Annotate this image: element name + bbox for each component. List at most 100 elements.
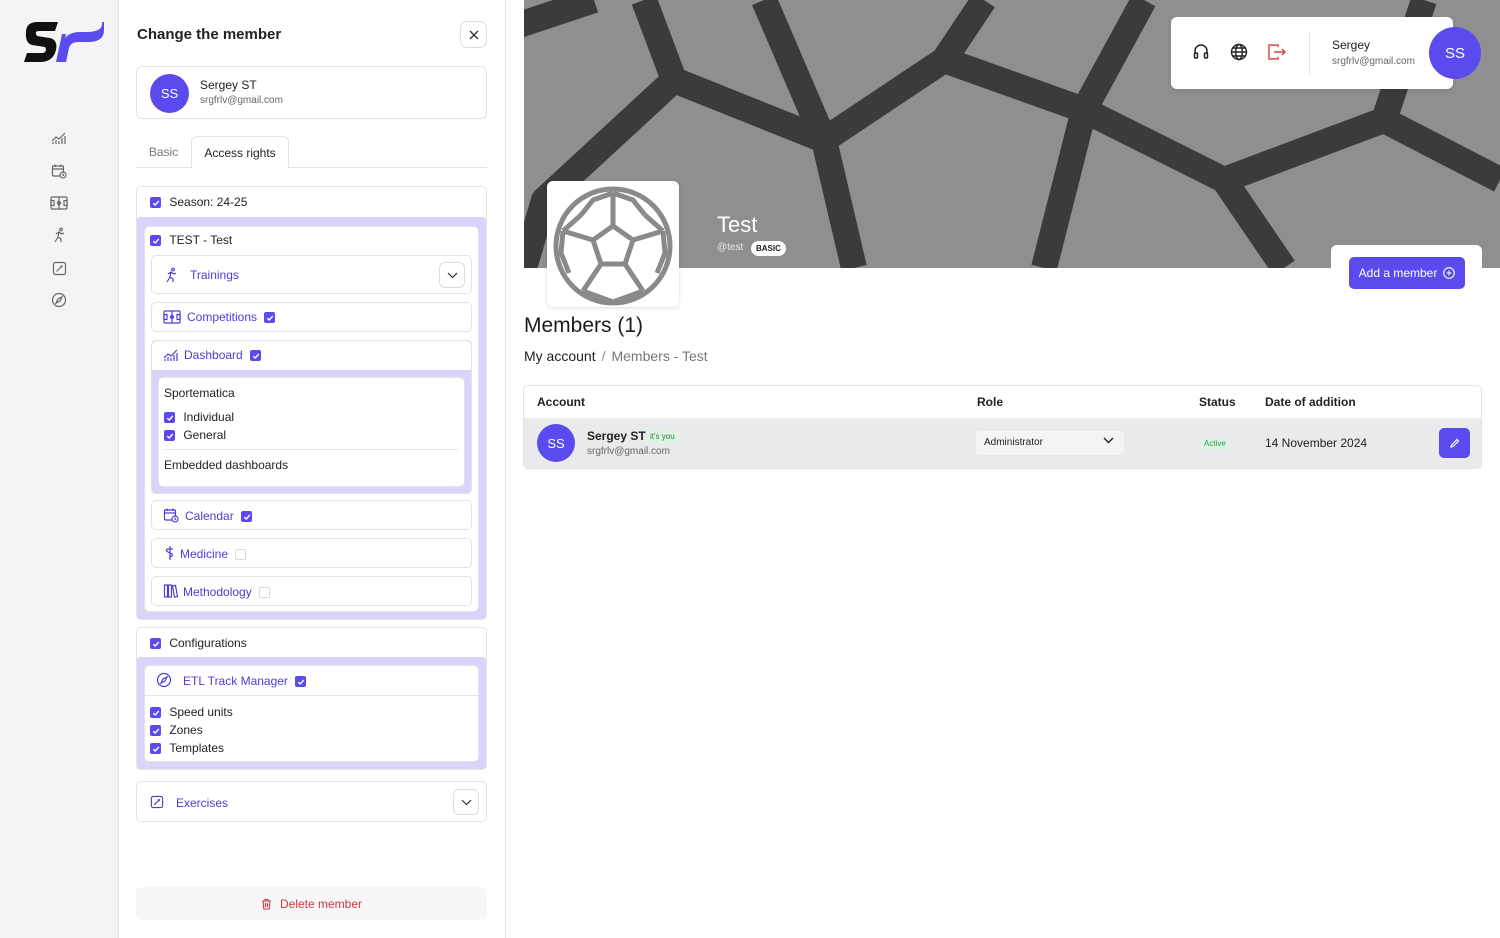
change-member-panel: Change the member SS Sergey ST srgfrlv@g… — [119, 0, 506, 938]
checkbox-checked[interactable] — [164, 412, 175, 424]
you-badge: it's you — [646, 430, 679, 444]
table-row[interactable]: SS Sergey ST it's you srgfrlv@gmail.com … — [524, 418, 1481, 468]
delete-member-button[interactable]: Delete member — [136, 887, 487, 920]
checkbox-checked[interactable] — [295, 676, 307, 688]
dashboard-item-label: General — [183, 428, 227, 442]
etl-item-speed-units[interactable]: Speed units — [150, 705, 233, 719]
checkbox-checked[interactable] — [264, 312, 276, 324]
chevron-down-icon — [1103, 437, 1114, 444]
checkbox-checked[interactable] — [150, 235, 161, 247]
user-email: srgfrlv@gmail.com — [1332, 56, 1415, 67]
checkbox-checked[interactable] — [150, 638, 161, 650]
member-name: Sergey ST — [587, 429, 646, 443]
delete-member-label: Delete member — [279, 896, 363, 911]
checkbox-checked[interactable] — [150, 743, 161, 755]
exercises-icon[interactable] — [49, 258, 69, 278]
column-header: Status — [1199, 395, 1236, 409]
module-label-dashboard: Dashboard — [184, 348, 243, 362]
page-title: Members (1) — [524, 314, 644, 337]
trainings-icon[interactable] — [49, 225, 69, 245]
checkbox-checked[interactable] — [150, 725, 161, 737]
expand-trainings-button[interactable] — [439, 262, 465, 288]
member-email: srgfrlv@gmail.com — [200, 95, 283, 106]
module-methodology-row: Methodology — [183, 585, 271, 599]
dashboard-item-general[interactable]: General — [164, 428, 226, 442]
team-label: TEST - Test — [169, 233, 233, 247]
etl-item-templates[interactable]: Templates — [150, 741, 224, 755]
analytics-icon[interactable] — [49, 128, 69, 148]
module-competitions-row: Competitions — [187, 310, 276, 324]
breadcrumb-current: Members - Test — [611, 348, 708, 364]
module-label-calendar: Calendar — [185, 509, 234, 523]
user-avatar[interactable]: SS — [1429, 27, 1481, 79]
team-checkbox-row[interactable]: TEST - Test — [150, 233, 232, 247]
competitions-icon[interactable] — [49, 193, 69, 213]
plus-circle-icon — [1443, 267, 1456, 279]
logout-icon[interactable] — [1267, 42, 1287, 62]
breadcrumb-my-account[interactable]: My account — [524, 348, 596, 364]
calendar-icon — [163, 508, 179, 523]
methodology-icon — [163, 584, 179, 598]
team-logo — [547, 181, 679, 307]
exercises-label: Exercises — [176, 796, 229, 810]
checkbox-unchecked[interactable] — [259, 587, 271, 599]
tab-basic[interactable]: Basic — [136, 136, 191, 168]
etl-item-label: Speed units — [169, 705, 233, 719]
user-name: Sergey — [1332, 38, 1371, 52]
checkbox-checked[interactable] — [150, 707, 161, 719]
checkbox-checked[interactable] — [241, 511, 253, 523]
chevron-down-icon — [461, 799, 471, 805]
pencil-icon — [1450, 438, 1460, 448]
date-added: 14 November 2024 — [1265, 436, 1368, 450]
module-dashboard-row: Dashboard — [184, 348, 262, 362]
close-button[interactable] — [460, 21, 487, 48]
role-select[interactable]: Administrator — [976, 431, 1124, 455]
member-card: SS Sergey ST srgfrlv@gmail.com — [136, 66, 487, 119]
trainings-icon — [166, 267, 177, 283]
configurations-checkbox-row[interactable]: Configurations — [150, 636, 247, 650]
dashboard-group-title: Sportematica — [164, 386, 235, 400]
member-email: srgfrlv@gmail.com — [587, 446, 670, 457]
module-label-methodology: Methodology — [183, 585, 252, 599]
etl-item-label: Templates — [169, 741, 225, 755]
checkbox-checked[interactable] — [150, 197, 161, 209]
members-table: Account Role Status Date of addition SS … — [523, 385, 1482, 469]
expand-exercises-button[interactable] — [453, 789, 479, 815]
module-calendar-row: Calendar — [185, 509, 253, 523]
breadcrumb-separator: / — [601, 348, 606, 364]
chevron-down-icon — [447, 272, 457, 278]
tab-access-rights[interactable]: Access rights — [191, 136, 289, 169]
team-handle: @test — [717, 242, 744, 253]
checkbox-checked[interactable] — [250, 350, 262, 362]
status-badge: Active — [1201, 437, 1229, 451]
panel-title: Change the member — [137, 26, 282, 43]
headset-icon[interactable] — [1191, 42, 1211, 62]
exercises-icon — [150, 795, 164, 809]
globe-icon[interactable] — [1229, 42, 1249, 62]
module-label-competitions: Competitions — [187, 310, 258, 324]
etl-icon[interactable] — [49, 290, 69, 310]
checkbox-checked[interactable] — [164, 430, 175, 442]
calendar-icon[interactable] — [49, 161, 69, 181]
module-label-trainings: Trainings — [190, 268, 239, 282]
etl-row[interactable]: ETL Track Manager — [183, 674, 307, 688]
tabs: Basic Access rights — [136, 136, 487, 169]
column-header: Role — [977, 395, 1004, 409]
dashboard-item-label: Individual — [183, 410, 235, 424]
season-checkbox-row[interactable]: Season: 24-25 — [150, 195, 247, 209]
column-header: Date of addition — [1265, 395, 1356, 409]
etl-icon — [156, 672, 172, 688]
trash-icon — [261, 898, 271, 910]
app-logo[interactable] — [22, 18, 104, 70]
add-member-button[interactable]: Add a member — [1349, 257, 1465, 289]
edit-member-button[interactable] — [1439, 428, 1470, 458]
etl-item-zones[interactable]: Zones — [150, 723, 203, 737]
dashboard-item-individual[interactable]: Individual — [164, 410, 234, 424]
medicine-icon — [165, 546, 174, 560]
left-nav — [0, 0, 119, 938]
divider — [164, 449, 458, 450]
avatar: SS — [537, 424, 575, 462]
module-label-medicine: Medicine — [180, 547, 229, 561]
checkbox-unchecked[interactable] — [235, 549, 247, 561]
member-name: Sergey ST — [200, 78, 257, 92]
